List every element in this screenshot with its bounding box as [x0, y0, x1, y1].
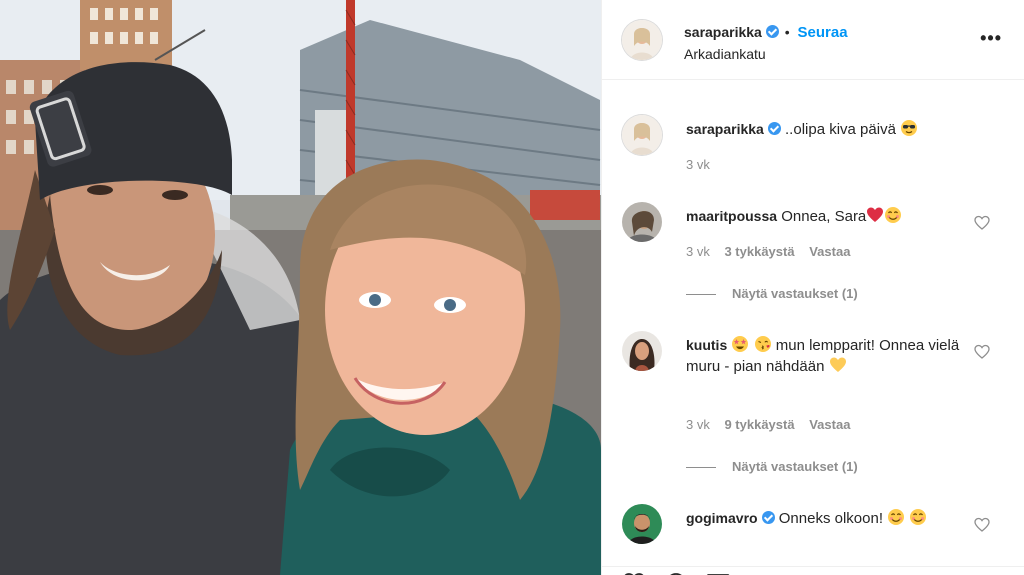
replies-line — [686, 467, 716, 469]
comment-likes[interactable]: 9 tykkäystä — [724, 417, 794, 432]
smiling-face-emoji — [885, 207, 902, 223]
commenter-avatar[interactable] — [622, 331, 662, 371]
view-replies-label: Näytä vastaukset (1) — [732, 286, 858, 301]
follow-button[interactable]: Seuraa — [798, 24, 848, 41]
heart-outline-icon[interactable] — [974, 517, 990, 533]
commenter-username[interactable]: kuutis — [686, 337, 727, 353]
like-icon[interactable] — [622, 571, 646, 575]
comment-item: gogimavro Onneks olkoon! — [622, 504, 1004, 564]
caption-text: ..olipa kiva päivä — [785, 121, 896, 138]
commenter-avatar[interactable] — [622, 202, 662, 242]
instagram-post-modal: saraparikka • Seuraa Arkadiankatu ••• sa… — [0, 0, 1024, 575]
share-icon[interactable] — [706, 571, 730, 575]
caption-author-avatar[interactable] — [622, 115, 662, 155]
reply-button[interactable]: Vastaa — [809, 417, 850, 432]
author-avatar[interactable] — [622, 20, 662, 60]
reply-button[interactable]: Vastaa — [809, 244, 850, 259]
comment-meta: 3 vk 9 tykkäystä Vastaa — [686, 417, 861, 432]
comment-text: Onnea, Sara — [781, 208, 867, 225]
comment-meta: 3 vk 3 tykkäystä Vastaa — [686, 244, 861, 259]
post-action-bar — [602, 566, 1024, 575]
smiling-face-emoji — [888, 509, 905, 525]
verified-badge-icon — [765, 25, 779, 38]
comment-text: mun lempparit! Onnea vielä muru - pian n… — [686, 337, 960, 375]
comment-time[interactable]: 3 vk — [686, 244, 710, 259]
more-options-icon[interactable]: ••• — [980, 28, 1002, 49]
header-separator: • — [784, 24, 790, 40]
caption-username[interactable]: saraparikka — [686, 121, 764, 137]
view-replies-button[interactable]: Näytä vastaukset (1) — [686, 286, 858, 301]
kiss-emoji — [754, 336, 771, 352]
caption-meta: 3 vk — [686, 157, 721, 172]
red-heart-emoji — [867, 207, 884, 222]
caption-time[interactable]: 3 vk — [686, 157, 710, 172]
heart-outline-icon[interactable] — [974, 344, 990, 360]
verified-badge-icon — [761, 511, 775, 524]
commenter-username[interactable]: maaritpoussa — [686, 208, 777, 224]
caption-text-line: saraparikka ..olipa kiva päivä — [686, 119, 966, 140]
comment-time[interactable]: 3 vk — [686, 417, 710, 432]
author-username[interactable]: saraparikka — [684, 24, 762, 40]
author-name-line: saraparikka • Seuraa — [684, 24, 848, 41]
replies-line — [686, 294, 716, 296]
comment-item: maaritpoussa Onnea, Sara 3 vk 3 tykkäyst… — [622, 202, 1004, 262]
yellow-heart-emoji — [829, 357, 846, 372]
comment-likes[interactable]: 3 tykkäystä — [724, 244, 794, 259]
comment-text-line: kuutis mun lempparit! Onnea vielä muru -… — [686, 335, 966, 377]
view-replies-button[interactable]: Näytä vastaukset (1) — [686, 459, 858, 474]
comment-text: Onneks olkoon! — [778, 510, 883, 527]
sunglasses-emoji — [901, 120, 918, 136]
smiling-face-emoji — [910, 509, 927, 525]
comment-text-line: maaritpoussa Onnea, Sara — [686, 206, 966, 227]
post-caption: saraparikka ..olipa kiva päivä 3 vk — [622, 115, 1004, 175]
commenter-avatar[interactable] — [622, 504, 662, 544]
comment-item: kuutis mun lempparit! Onnea vielä muru -… — [622, 331, 1004, 432]
post-side-panel: saraparikka • Seuraa Arkadiankatu ••• sa… — [602, 0, 1024, 575]
view-replies-label: Näytä vastaukset (1) — [732, 459, 858, 474]
post-photo[interactable] — [0, 0, 601, 575]
commenter-username[interactable]: gogimavro — [686, 510, 758, 526]
selfie-image — [0, 0, 601, 575]
heart-outline-icon[interactable] — [974, 215, 990, 231]
post-header: saraparikka • Seuraa Arkadiankatu ••• — [602, 0, 1024, 80]
post-location[interactable]: Arkadiankatu — [684, 46, 766, 62]
star-eyes-emoji — [732, 336, 749, 352]
comment-text-line: gogimavro Onneks olkoon! — [686, 508, 966, 529]
verified-badge-icon — [767, 122, 781, 135]
comment-icon[interactable] — [664, 571, 688, 575]
comments-list[interactable]: saraparikka ..olipa kiva päivä 3 vk maar… — [602, 81, 1024, 575]
